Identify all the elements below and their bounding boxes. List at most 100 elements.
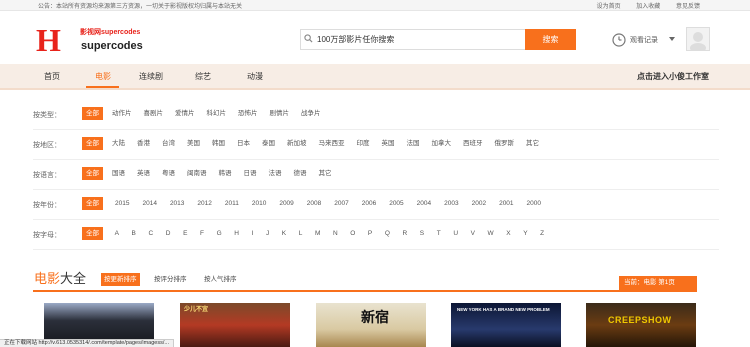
filter-option-letter[interactable]: 全部 [82, 227, 103, 240]
filter-option-letter[interactable]: I [251, 227, 255, 240]
filter-option-language[interactable]: 法语 [268, 167, 283, 180]
filter-option-language[interactable]: 其它 [318, 167, 333, 180]
nav-variety[interactable]: 综艺 [195, 71, 211, 82]
filter-option-year[interactable]: 2003 [443, 197, 459, 210]
filter-option-region[interactable]: 香港 [136, 137, 151, 150]
movie-poster[interactable]: 新宿 [316, 303, 426, 347]
nav-movies[interactable]: 电影 [95, 71, 111, 82]
add-favorite-link[interactable]: 加入收藏 [636, 4, 660, 10]
nav-series[interactable]: 连续剧 [139, 71, 163, 82]
movie-poster[interactable]: NEW YORK HAS A BRAND NEW PROBLEM [451, 303, 561, 347]
filter-option-year[interactable]: 2001 [498, 197, 514, 210]
movie-poster[interactable]: 少儿不宜 [180, 303, 290, 347]
filter-option-language[interactable]: 德语 [293, 167, 308, 180]
filter-option-type[interactable]: 剧情片 [269, 107, 291, 120]
filter-option-region[interactable]: 美国 [186, 137, 201, 150]
filter-option-letter[interactable]: B [131, 227, 137, 240]
filter-option-letter[interactable]: W [487, 227, 495, 240]
filter-option-letter[interactable]: G [216, 227, 223, 240]
filter-option-region[interactable]: 英国 [381, 137, 396, 150]
filter-option-year[interactable]: 2009 [278, 197, 294, 210]
filter-option-region[interactable]: 加拿大 [431, 137, 453, 150]
set-homepage-link[interactable]: 设为首页 [597, 4, 621, 10]
filter-option-language[interactable]: 韩语 [218, 167, 233, 180]
filter-option-language[interactable]: 国语 [111, 167, 126, 180]
filter-option-year[interactable]: 2012 [196, 197, 212, 210]
filter-option-year[interactable]: 全部 [82, 197, 103, 210]
search-input[interactable] [300, 29, 525, 50]
avatar[interactable] [686, 27, 710, 53]
studio-link[interactable]: 点击进入小俊工作室 [637, 71, 709, 82]
search-button[interactable]: 搜索 [525, 29, 576, 50]
sort-by-popularity-tab[interactable]: 按人气排序 [204, 273, 237, 286]
filter-option-year[interactable]: 2004 [416, 197, 432, 210]
filter-option-type[interactable]: 战争片 [300, 107, 322, 120]
filter-option-region[interactable]: 俄罗斯 [494, 137, 516, 150]
filter-option-letter[interactable]: Z [539, 227, 545, 240]
filter-option-letter[interactable]: O [349, 227, 356, 240]
filter-option-language[interactable]: 全部 [82, 167, 103, 180]
filter-option-letter[interactable]: E [182, 227, 188, 240]
filter-option-region[interactable]: 日本 [236, 137, 251, 150]
filter-option-letter[interactable]: K [281, 227, 287, 240]
filter-option-letter[interactable]: X [505, 227, 511, 240]
sort-by-rating-tab[interactable]: 按评分排序 [154, 273, 187, 286]
filter-option-type[interactable]: 全部 [82, 107, 103, 120]
filter-option-letter[interactable]: P [367, 227, 373, 240]
filter-option-language[interactable]: 英语 [136, 167, 151, 180]
filter-option-type[interactable]: 科幻片 [206, 107, 228, 120]
filter-option-type[interactable]: 喜剧片 [143, 107, 165, 120]
filter-option-region[interactable]: 马来西亚 [318, 137, 346, 150]
site-logo[interactable]: H [36, 24, 78, 56]
filter-option-letter[interactable]: M [314, 227, 321, 240]
filter-option-year[interactable]: 2015 [114, 197, 130, 210]
filter-option-letter[interactable]: D [165, 227, 172, 240]
filter-option-letter[interactable]: Y [522, 227, 528, 240]
filter-option-letter[interactable]: S [419, 227, 425, 240]
filter-option-year[interactable]: 2006 [361, 197, 377, 210]
filter-option-region[interactable]: 西班牙 [462, 137, 484, 150]
nav-anime[interactable]: 动漫 [247, 71, 263, 82]
filter-option-year[interactable]: 2000 [526, 197, 542, 210]
filter-option-year[interactable]: 2010 [251, 197, 267, 210]
filter-option-region[interactable]: 大陆 [111, 137, 126, 150]
filter-option-year[interactable]: 2013 [169, 197, 185, 210]
filter-option-letter[interactable]: U [452, 227, 459, 240]
filter-option-year[interactable]: 2014 [141, 197, 157, 210]
filter-option-year[interactable]: 2002 [471, 197, 487, 210]
filter-option-year[interactable]: 2008 [306, 197, 322, 210]
filter-option-region[interactable]: 印度 [356, 137, 371, 150]
filter-option-type[interactable]: 恐怖片 [237, 107, 259, 120]
feedback-link[interactable]: 意见反馈 [676, 4, 700, 10]
filter-option-region[interactable]: 韩国 [211, 137, 226, 150]
filter-option-letter[interactable]: R [402, 227, 409, 240]
filter-option-letter[interactable]: A [114, 227, 120, 240]
filter-option-region[interactable]: 台湾 [161, 137, 176, 150]
filter-option-letter[interactable]: Q [384, 227, 391, 240]
filter-option-letter[interactable]: L [298, 227, 304, 240]
filter-option-region[interactable]: 全部 [82, 137, 103, 150]
filter-option-year[interactable]: 2007 [333, 197, 349, 210]
filter-option-letter[interactable]: C [147, 227, 154, 240]
filter-option-letter[interactable]: T [436, 227, 442, 240]
filter-option-language[interactable]: 闽南语 [186, 167, 208, 180]
filter-option-region[interactable]: 其它 [525, 137, 540, 150]
filter-option-letter[interactable]: H [233, 227, 240, 240]
sort-by-update-tab[interactable]: 按更新排序 [101, 273, 140, 286]
filter-option-type[interactable]: 爱情片 [174, 107, 196, 120]
filter-option-letter[interactable]: N [332, 227, 339, 240]
filter-option-letter[interactable]: V [470, 227, 476, 240]
nav-home[interactable]: 首页 [44, 71, 60, 82]
filter-option-letter[interactable]: J [265, 227, 270, 240]
filter-option-region[interactable]: 泰国 [261, 137, 276, 150]
filter-option-year[interactable]: 2005 [388, 197, 404, 210]
filter-option-type[interactable]: 动作片 [111, 107, 133, 120]
movie-poster[interactable]: CREEPSHOW [586, 303, 696, 347]
filter-option-language[interactable]: 日语 [243, 167, 258, 180]
filter-option-region[interactable]: 新加坡 [286, 137, 308, 150]
filter-option-letter[interactable]: F [199, 227, 205, 240]
watch-history[interactable]: 观看记录 [612, 33, 682, 47]
filter-option-year[interactable]: 2011 [224, 197, 240, 210]
filter-option-language[interactable]: 粤语 [161, 167, 176, 180]
filter-option-region[interactable]: 法国 [406, 137, 421, 150]
